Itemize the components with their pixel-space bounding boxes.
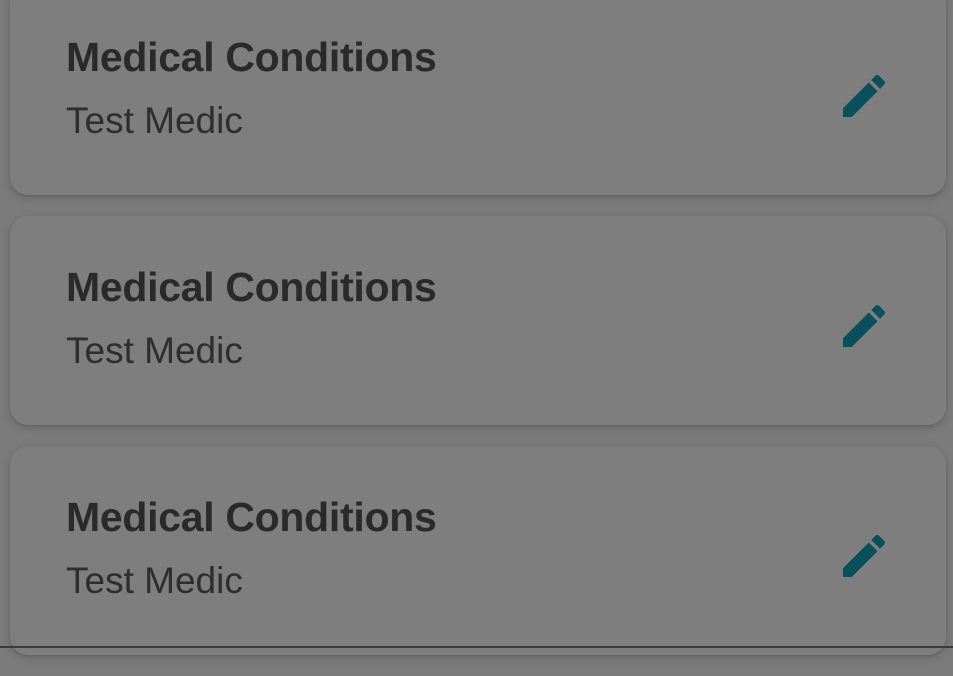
card-title: Medical Conditions — [66, 34, 437, 80]
medical-condition-card: Medical Conditions Test Medic — [10, 0, 946, 195]
edit-button[interactable] — [836, 298, 892, 354]
edit-button[interactable] — [836, 528, 892, 584]
bottom-divider — [0, 646, 953, 648]
edit-button[interactable] — [836, 68, 892, 124]
card-title: Medical Conditions — [66, 264, 437, 310]
card-title: Medical Conditions — [66, 494, 437, 540]
card-value: Test Medic — [66, 100, 243, 141]
card-value: Test Medic — [66, 560, 243, 601]
card-value: Test Medic — [66, 330, 243, 371]
pencil-icon — [843, 534, 886, 577]
pencil-icon — [843, 74, 886, 117]
pencil-icon — [843, 304, 886, 347]
medical-condition-card: Medical Conditions Test Medic — [10, 216, 946, 425]
medical-conditions-list: Medical Conditions Test Medic Medical Co… — [0, 0, 953, 676]
medical-condition-card: Medical Conditions Test Medic — [10, 446, 946, 655]
